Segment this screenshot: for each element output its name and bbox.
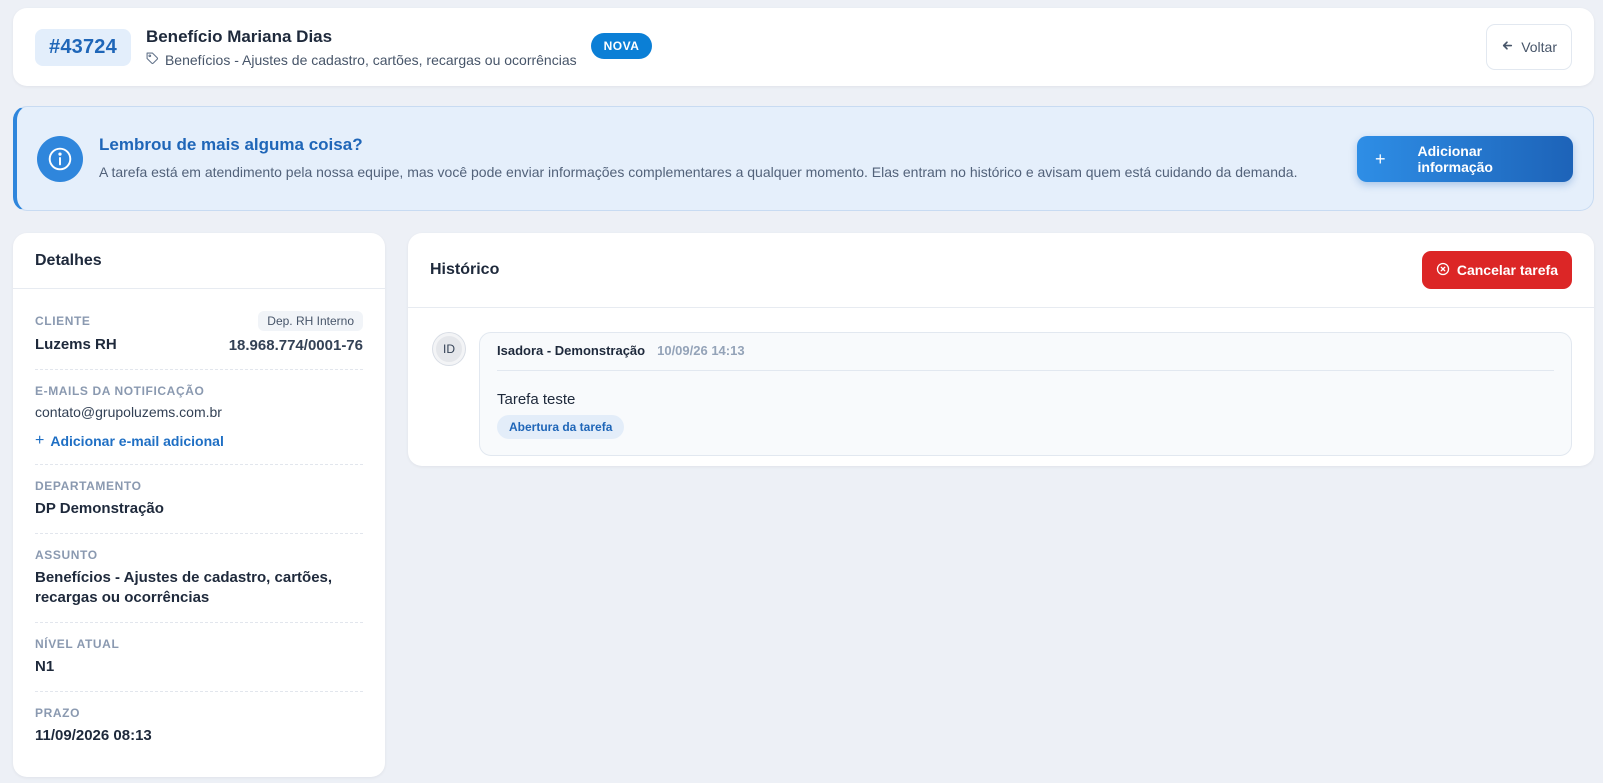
avatar: ID <box>433 333 465 365</box>
cancel-task-label: Cancelar tarefa <box>1456 262 1558 278</box>
entry-header: Isadora - Demonstração 10/09/26 14:13 <box>497 343 1554 371</box>
info-banner: Lembrou de mais alguma coisa? A tarefa e… <box>13 106 1594 211</box>
history-heading: Histórico <box>430 261 500 278</box>
status-badge: NOVA <box>590 33 653 59</box>
x-circle-icon <box>1436 262 1450 279</box>
emails-field: E-MAILS DA NOTIFICAÇÃO contato@grupoluze… <box>35 370 363 465</box>
history-entry-card: Isadora - Demonstração 10/09/26 14:13 Ta… <box>479 332 1572 456</box>
info-icon <box>37 135 83 182</box>
entry-author: Isadora - Demonstração <box>497 343 646 358</box>
back-label: Voltar <box>1521 39 1557 55</box>
plus-icon: + <box>35 432 45 449</box>
add-email-link[interactable]: + Adicionar e-mail adicional <box>35 432 363 450</box>
subject-row: Benefícios - Ajustes de cadastro, cartõe… <box>146 52 577 68</box>
ticket-id: #43724 <box>35 28 131 66</box>
banner-text: Lembrou de mais alguma coisa? A tarefa e… <box>99 135 1357 183</box>
client-tag: Dep. RH Interno <box>258 311 363 331</box>
client-name: Luzems RH <box>35 336 117 353</box>
details-body: CLIENTE Dep. RH Interno Luzems RH 18.968… <box>13 289 385 760</box>
subject-label: ASSUNTO <box>35 548 98 562</box>
deadline-value: 11/09/2026 08:13 <box>35 727 152 744</box>
subject-value: Benefícios - Ajustes de cadastro, cartõe… <box>35 569 333 606</box>
add-information-label: Adicionar informação <box>1417 142 1493 175</box>
back-button[interactable]: Voltar <box>1486 24 1572 70</box>
title-block: Benefício Mariana Dias Benefícios - Ajus… <box>146 27 577 68</box>
entry-timestamp: 10/09/26 14:13 <box>657 343 745 358</box>
deadline-field: PRAZO 11/09/2026 08:13 <box>35 692 363 760</box>
banner-description: A tarefa está em atendimento pela nossa … <box>99 163 1298 180</box>
client-field: CLIENTE Dep. RH Interno Luzems RH 18.968… <box>35 297 363 370</box>
task-header: #43724 Benefício Mariana Dias Benefícios… <box>13 8 1594 86</box>
level-label: NÍVEL ATUAL <box>35 637 120 651</box>
add-email-label: Adicionar e-mail adicional <box>50 433 224 449</box>
arrow-left-icon <box>1501 39 1514 55</box>
client-label: CLIENTE <box>35 314 91 328</box>
history-header: Histórico Cancelar tarefa <box>408 233 1594 308</box>
cancel-task-button[interactable]: Cancelar tarefa <box>1421 251 1572 289</box>
tag-icon <box>146 52 159 68</box>
subject-field: ASSUNTO Benefícios - Ajustes de cadastro… <box>35 534 363 623</box>
subject-text: Benefícios - Ajustes de cadastro, cartõe… <box>164 51 577 68</box>
entry-text: Tarefa teste <box>497 391 576 408</box>
department-label: DEPARTAMENTO <box>35 479 142 493</box>
page-title: Benefício Mariana Dias <box>145 26 333 46</box>
banner-title: Lembrou de mais alguma coisa? <box>99 134 363 154</box>
department-field: DEPARTAMENTO DP Demonstração <box>35 465 363 534</box>
history-entry: ID Isadora - Demonstração 10/09/26 14:13… <box>408 308 1594 456</box>
department-value: DP Demonstração <box>35 500 164 517</box>
level-field: NÍVEL ATUAL N1 <box>35 623 363 692</box>
history-panel: Histórico Cancelar tarefa ID Isadora - D… <box>408 233 1594 466</box>
plus-icon: + <box>1375 148 1386 169</box>
client-cnpj: 18.968.774/0001-76 <box>228 336 363 354</box>
add-information-button[interactable]: + Adicionar informação <box>1357 135 1573 182</box>
details-heading: Detalhes <box>13 233 385 289</box>
deadline-label: PRAZO <box>35 706 80 720</box>
entry-tag: Abertura da tarefa <box>497 415 625 439</box>
emails-label: E-MAILS DA NOTIFICAÇÃO <box>35 384 205 398</box>
notification-email: contato@grupoluzems.com.br <box>35 404 222 420</box>
details-panel: Detalhes CLIENTE Dep. RH Interno Luzems … <box>13 233 385 777</box>
level-value: N1 <box>35 658 55 675</box>
